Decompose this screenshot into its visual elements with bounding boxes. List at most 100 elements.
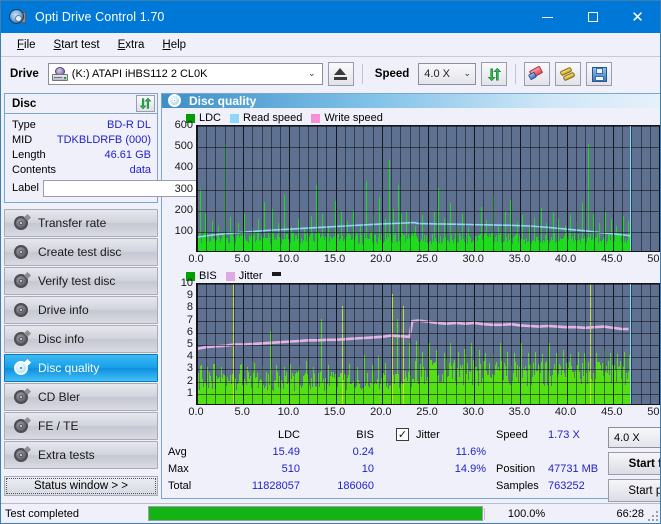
y-tick-label: 2 <box>186 374 193 387</box>
gridline <box>464 284 466 404</box>
start-full-button[interactable]: Start full <box>608 452 660 475</box>
stats-label-total: Total <box>168 479 192 492</box>
x-tick-label: 45.0 <box>601 406 623 418</box>
maximize-button[interactable] <box>570 1 615 33</box>
legend-label-write-speed: Write speed <box>324 112 383 124</box>
sidebar-item-label: Verify test disc <box>38 274 116 288</box>
gridline <box>529 284 531 404</box>
disc-row-value: data <box>129 163 151 176</box>
stats-actions: 4.0 X ⌄ Start full Start part <box>608 426 660 502</box>
status-message: Test completed <box>5 507 79 520</box>
gridline <box>538 284 540 404</box>
y-tick-label: 5 <box>186 338 193 350</box>
eject-button[interactable] <box>327 62 354 86</box>
x-tick-label: 25.0 <box>416 253 438 265</box>
x-tick-label: 35.0 <box>508 406 531 418</box>
gridline <box>437 284 439 404</box>
sidebar-item-extra-tests[interactable]: Extra tests <box>4 441 158 469</box>
y-tick-label: 4 <box>186 350 193 363</box>
test-speed-select[interactable]: 4.0 X ⌄ <box>608 427 660 448</box>
gridline <box>197 284 198 404</box>
minimize-button[interactable] <box>525 1 570 33</box>
nav-list: Transfer rate Create test disc Verify te… <box>1 209 161 469</box>
speed-label: Speed <box>374 68 410 80</box>
y-tick-label: 7 <box>186 313 193 326</box>
stats-column-ldc: LDC 15.49 510 11828057 <box>214 426 300 494</box>
stats-header-ldc: LDC <box>277 428 300 441</box>
gridline <box>455 126 457 251</box>
save-button[interactable] <box>586 62 613 86</box>
sidebar-item-verify-test-disc[interactable]: Verify test disc <box>4 267 158 295</box>
gridline <box>585 126 587 251</box>
gridline <box>474 126 476 251</box>
menu-item-help[interactable]: Help <box>153 37 195 53</box>
gridline <box>640 284 642 404</box>
stats-label-avg: Avg <box>168 445 187 458</box>
window-controls: ✕ <box>525 1 660 33</box>
sidebar-item-drive-info[interactable]: Drive info <box>4 296 158 324</box>
y-tick-label: 100 <box>174 224 193 237</box>
jitter-checkbox[interactable]: ✓ <box>396 428 409 441</box>
gridline <box>520 126 522 251</box>
speed-select[interactable]: 4.0 X ⌄ <box>418 63 477 85</box>
gridline <box>224 284 226 404</box>
stats-samples-value: 763252 <box>548 479 585 492</box>
sidebar-item-fe-te[interactable]: FE / TE <box>4 412 158 440</box>
disc-icon <box>13 445 32 463</box>
legend-label-bis: BIS <box>199 270 217 282</box>
gridline <box>612 284 614 404</box>
disc-refresh-button[interactable] <box>136 95 155 112</box>
sidebar-item-disc-info[interactable]: Disc info <box>4 325 158 353</box>
stats-speed-label: Speed <box>496 428 528 441</box>
gridline <box>603 126 605 251</box>
disc-row-value: 46.61 GB <box>104 148 151 161</box>
disc-panel-title: Disc <box>12 97 37 110</box>
gridline <box>206 126 208 251</box>
sidebar-item-create-test-disc[interactable]: Create test disc <box>4 238 158 266</box>
stats-header-bis: BIS <box>356 428 374 441</box>
start-part-button[interactable]: Start part <box>608 479 660 502</box>
gridline <box>381 284 383 404</box>
y-tick-label: 500 <box>174 140 193 153</box>
disc-panel: Disc Type BD-R DL MID TDKBLDRFB (000) Le… <box>4 93 245 203</box>
drive-select[interactable]: (K:) ATAPI iHBS112 2 CL0K ⌄ <box>47 63 323 85</box>
refresh-button[interactable] <box>481 62 508 86</box>
menu-item-extra[interactable]: Extra <box>109 37 154 53</box>
jitter-marker-icon <box>271 272 281 276</box>
disc-icon <box>13 387 32 405</box>
menu-item-file[interactable]: FFileile <box>8 37 45 53</box>
y-tick-label: 9 <box>186 289 193 302</box>
sidebar-item-label: Transfer rate <box>38 216 107 230</box>
tools-button[interactable] <box>555 62 582 86</box>
content-header: Disc quality <box>162 94 660 108</box>
menu-bar: FFileile Start test Extra Help <box>1 33 660 57</box>
gridline <box>354 126 356 251</box>
gridline <box>622 126 624 251</box>
resize-grip[interactable] <box>647 510 658 521</box>
drive-label: Drive <box>10 68 39 80</box>
disc-row-key: Contents <box>12 163 57 176</box>
gridline <box>317 126 319 251</box>
x-tick-label: 25.0 <box>416 406 438 418</box>
stats-column-speed: Speed 1.73 X Position 47731 MB Samples 7… <box>496 426 608 494</box>
gridline <box>280 284 282 404</box>
sidebar-item-disc-quality[interactable]: Disc quality <box>4 354 158 382</box>
chevron-down-icon: ⌄ <box>308 69 316 79</box>
close-icon: ✕ <box>631 7 644 26</box>
drive-select-value: (K:) ATAPI iHBS112 2 CL0K <box>71 68 208 80</box>
gridline <box>483 284 485 404</box>
x-tick-label: 30.0 <box>462 253 484 265</box>
sidebar-item-transfer-rate[interactable]: Transfer rate <box>4 209 158 237</box>
menu-item-start-test[interactable]: Start test <box>45 37 109 53</box>
sidebar-item-cd-bler[interactable]: CD Bler <box>4 383 158 411</box>
erase-button[interactable] <box>524 62 551 86</box>
gridline <box>409 284 411 404</box>
progress-bar <box>148 506 483 521</box>
close-button[interactable]: ✕ <box>615 1 660 33</box>
gridline <box>215 126 217 251</box>
stats-bis-max: 10 <box>361 462 374 475</box>
legend-label-jitter: Jitter <box>238 270 263 282</box>
status-window-button[interactable]: Status window > > <box>4 476 158 496</box>
disc-row-mid: MID TDKBLDRFB (000) <box>12 132 151 147</box>
gridline <box>649 284 651 404</box>
